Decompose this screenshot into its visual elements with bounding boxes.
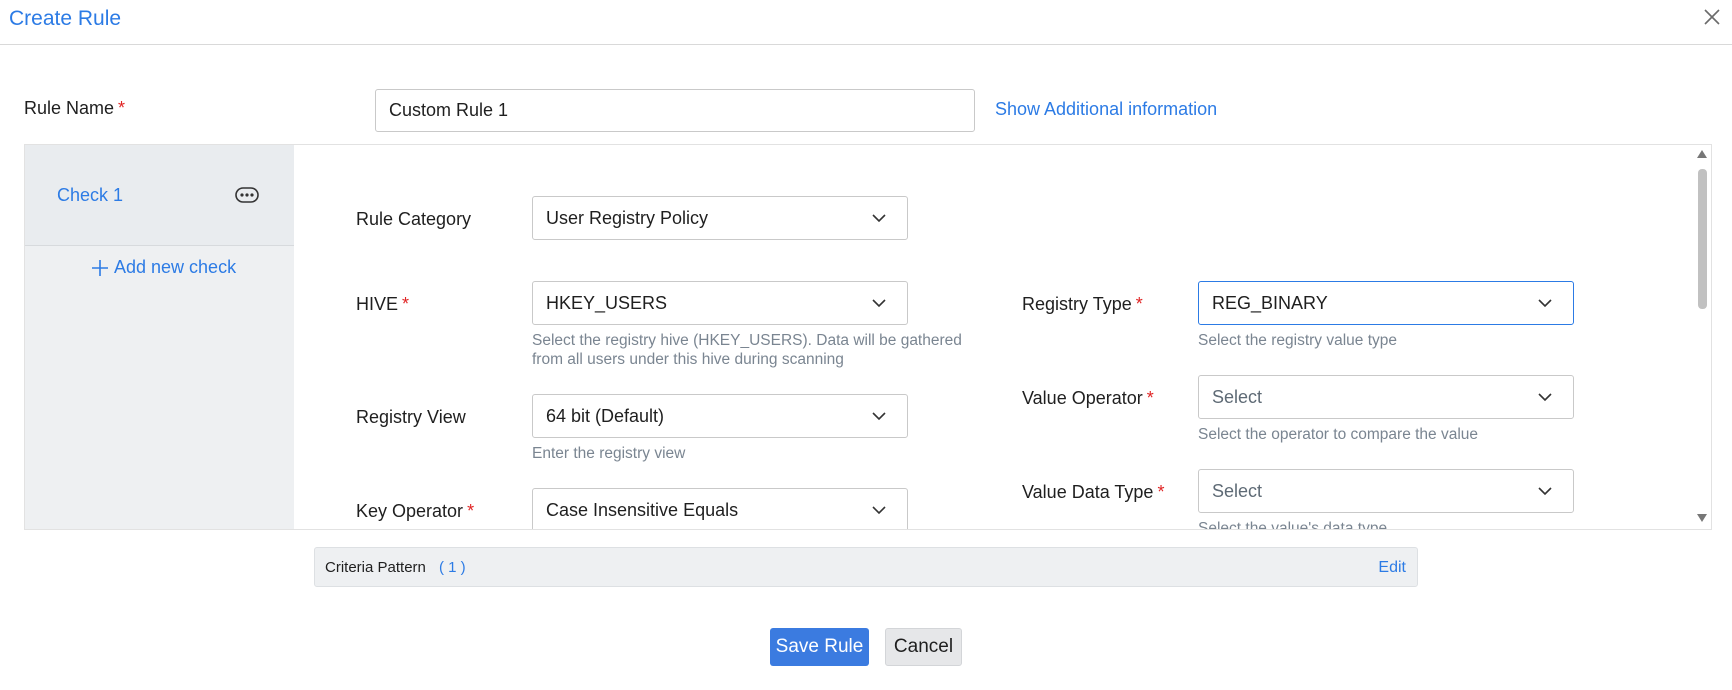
chevron-down-icon	[1538, 393, 1552, 402]
value-operator-placeholder: Select	[1212, 386, 1263, 407]
dialog-header: Create Rule	[0, 0, 1732, 45]
chevron-down-icon	[1538, 299, 1552, 308]
registry-view-help: Enter the registry view	[532, 445, 686, 462]
vertical-scrollbar[interactable]	[1693, 145, 1711, 529]
key-operator-label: Key Operator *	[356, 501, 475, 521]
registry-view-label: Registry View	[356, 407, 466, 427]
criteria-edit-link[interactable]: Edit	[1378, 559, 1406, 577]
value-data-type-help: Select the value's data type	[1198, 520, 1388, 529]
registry-type-help: Select the registry value type	[1198, 332, 1398, 349]
rule-category-label: Rule Category	[356, 209, 472, 229]
value-data-type-placeholder: Select	[1212, 480, 1263, 501]
chevron-down-icon	[872, 299, 886, 308]
criteria-pattern-count: ( 1 )	[439, 559, 466, 576]
key-operator-select[interactable]: Case Insensitive Equals	[532, 488, 908, 529]
check-item-label: Check 1	[57, 185, 124, 205]
hive-value: HKEY_USERS	[546, 292, 668, 313]
rule-category-value: User Registry Policy	[546, 207, 709, 228]
chevron-down-icon	[872, 506, 886, 515]
add-new-check-label: Add new check	[114, 257, 237, 277]
value-operator-help: Select the operator to compare the value	[1198, 426, 1479, 443]
hive-select[interactable]: HKEY_USERS	[532, 281, 908, 325]
criteria-pattern-bar: Criteria Pattern ( 1 ) Edit	[314, 547, 1418, 587]
chevron-down-icon	[872, 412, 886, 421]
check-item-1[interactable]: Check 1	[25, 145, 294, 246]
show-additional-info-link[interactable]: Show Additional information	[995, 99, 1217, 120]
criteria-pattern-label: Criteria Pattern	[325, 559, 426, 576]
value-operator-label: Value Operator *	[1022, 388, 1154, 408]
close-icon[interactable]	[1702, 7, 1722, 27]
registry-type-value: REG_BINARY	[1212, 292, 1328, 313]
save-rule-button[interactable]: Save Rule	[770, 628, 869, 666]
key-operator-value: Case Insensitive Equals	[546, 499, 739, 520]
value-operator-select[interactable]: Select	[1198, 375, 1574, 419]
registry-type-select[interactable]: REG_BINARY	[1198, 281, 1574, 325]
value-data-type-select[interactable]: Select	[1198, 469, 1574, 513]
scrollbar-thumb[interactable]	[1698, 169, 1707, 309]
dialog-title: Create Rule	[9, 7, 122, 30]
rule-name-label: Rule Name *	[24, 98, 126, 118]
registry-type-label: Registry Type *	[1022, 294, 1143, 314]
more-options-icon[interactable]	[235, 187, 259, 203]
chevron-down-icon	[872, 214, 886, 223]
rule-category-select[interactable]: User Registry Policy	[532, 196, 908, 240]
hive-help: Select the registry hive (HKEY_USERS). D…	[532, 332, 962, 368]
add-new-check-button[interactable]: Add new check	[91, 257, 236, 278]
plus-icon	[92, 259, 108, 276]
registry-view-value: 64 bit (Default)	[546, 405, 665, 426]
checks-sidebar: Check 1 Add new check	[25, 145, 294, 529]
hive-label: HIVE *	[356, 294, 410, 314]
checks-panel: Check 1 Add new check Rule Category User…	[24, 144, 1712, 530]
rule-name-input[interactable]: Custom Rule 1	[375, 89, 975, 132]
chevron-down-icon	[1538, 487, 1552, 496]
value-data-type-label: Value Data Type *	[1022, 482, 1165, 502]
registry-view-select[interactable]: 64 bit (Default)	[532, 394, 908, 438]
scroll-up-icon[interactable]	[1697, 150, 1707, 158]
cancel-button[interactable]: Cancel	[885, 628, 962, 666]
scroll-down-icon[interactable]	[1697, 514, 1707, 522]
check-form: Rule Category User Registry Policy HIVE *…	[294, 145, 1711, 529]
rule-name-value: Custom Rule 1	[389, 100, 509, 120]
